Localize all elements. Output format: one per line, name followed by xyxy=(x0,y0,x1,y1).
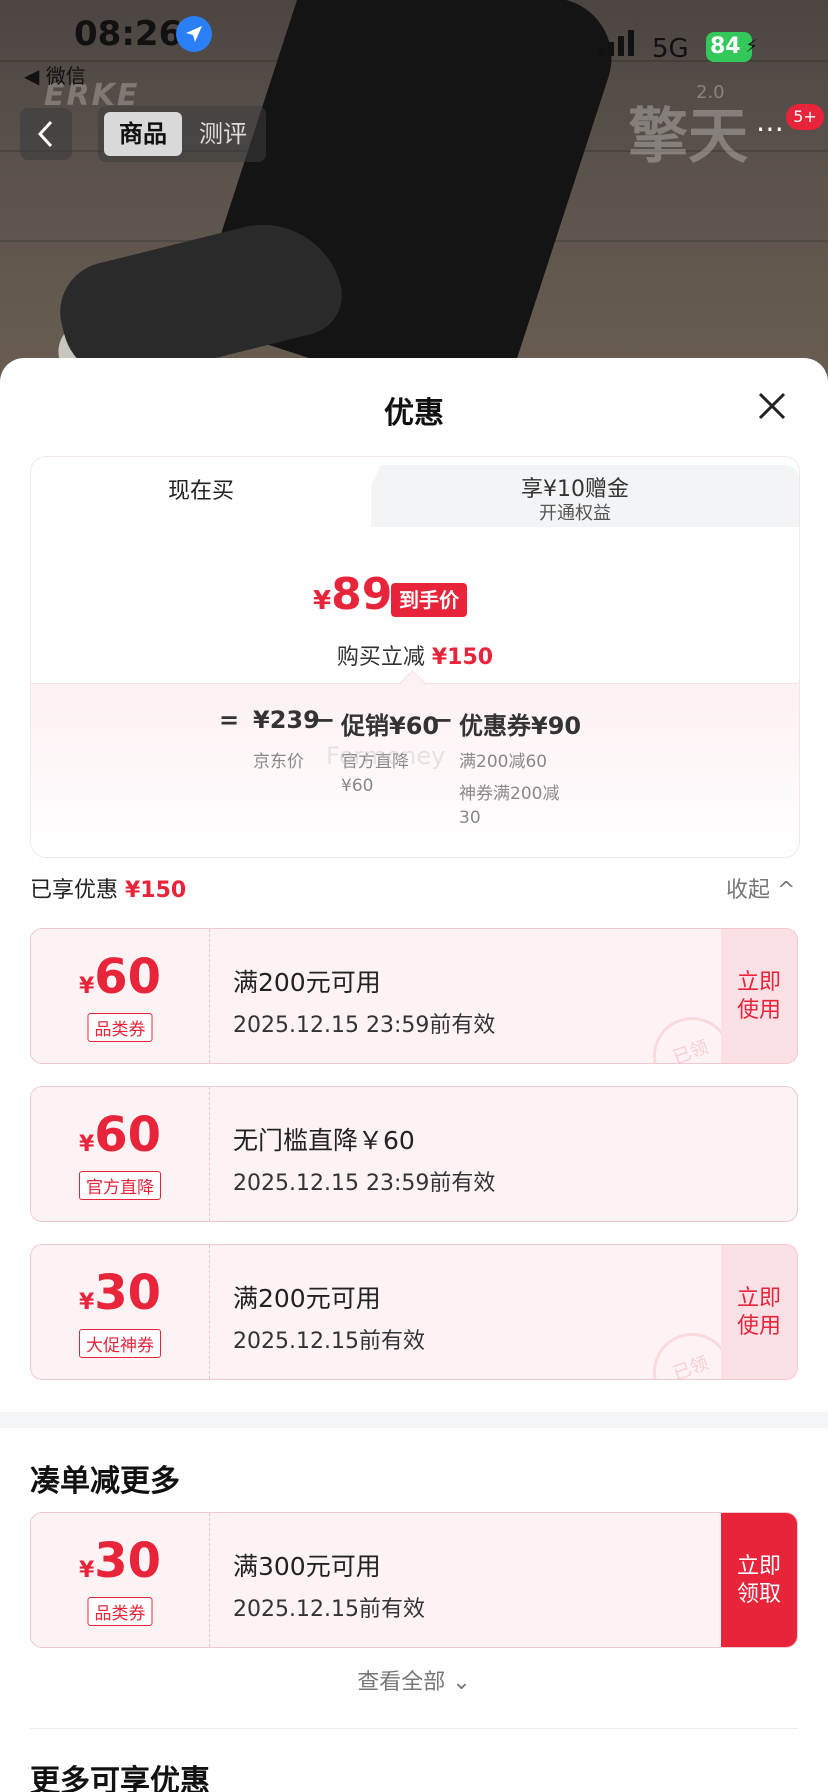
coupon-type-badge: 官方直降 xyxy=(79,1171,161,1200)
coupon-value-block: ¥30 品类券 xyxy=(31,1513,210,1647)
discount-sheet: 优惠 享¥10赠金 开通权益 现在买 ¥89 到手价 购买立减 ¥150 = ¥… xyxy=(0,358,828,1792)
sheet-title: 优惠 xyxy=(384,396,444,431)
promo-amount: 促销¥60 xyxy=(341,712,440,740)
battery-indicator: 84 ⚡ xyxy=(706,32,758,62)
coupon-expiry: 2025.12.15前有效 xyxy=(233,1329,425,1354)
collapse-button[interactable]: 收起 ^ xyxy=(726,872,795,904)
coupon-card: ¥30 大促神券 满200元可用 2025.12.15前有效 已领 立即 使用 xyxy=(30,1244,798,1380)
tab-review[interactable]: 测评 xyxy=(184,112,262,156)
coupon-amount-total: 优惠券¥90 xyxy=(459,712,582,740)
price-card: 享¥10赠金 开通权益 现在买 ¥89 到手价 购买立减 ¥150 = ¥239… xyxy=(30,456,800,858)
nav-tabs: 商品 测评 xyxy=(98,106,266,162)
coupon-value-block: ¥60 品类券 xyxy=(31,929,210,1063)
chevron-left-icon xyxy=(37,120,53,148)
equals-sign: = xyxy=(219,706,240,734)
tab-member-benefit[interactable]: 享¥10赠金 开通权益 xyxy=(351,465,799,527)
coupon-card: ¥60 品类券 满200元可用 2025.12.15 23:59前有效 已领 立… xyxy=(30,928,798,1064)
series-logo: 擎天 xyxy=(628,102,748,172)
coupon-expiry: 2025.12.15 23:59前有效 xyxy=(233,1013,496,1038)
currency-symbol: ¥ xyxy=(313,586,332,616)
currency-symbol: ¥ xyxy=(78,1290,95,1315)
save-amount: ¥150 xyxy=(431,645,494,670)
coupon-type-badge: 品类券 xyxy=(87,1013,153,1042)
close-icon[interactable] xyxy=(756,390,788,422)
battery-level: 84 xyxy=(710,34,741,59)
coupon-type-badge: 大促神券 xyxy=(79,1329,161,1358)
use-now-button[interactable]: 立即 使用 xyxy=(721,929,797,1063)
coupon-value: 60 xyxy=(94,1107,162,1163)
product-image-background: ERKE 擎天 2.0 xyxy=(0,0,828,420)
coupon-condition: 满200元可用 xyxy=(233,968,381,997)
coupon-amount: ¥30 xyxy=(31,1265,209,1321)
currency-symbol: ¥ xyxy=(78,1558,95,1583)
coupon-value: 30 xyxy=(94,1533,162,1589)
price-breakdown: = ¥239 京东价 − 促销¥60 官方直降 ¥60 − 优惠券¥90 满20… xyxy=(31,670,799,857)
benefit-tab-subtitle: 开通权益 xyxy=(539,503,611,524)
more-options-icon[interactable]: ⋯ xyxy=(756,112,784,145)
status-time: 08:26 xyxy=(74,14,183,54)
claim-now-button[interactable]: 立即 领取 xyxy=(721,1513,797,1647)
location-arrow-icon xyxy=(176,16,212,52)
coupon-condition: 满200元可用 xyxy=(233,1284,381,1313)
coupon-card: ¥30 品类券 满300元可用 2025.12.15前有效 立即 领取 xyxy=(30,1512,798,1648)
coupon-detail-2: 神券满200减 30 xyxy=(459,784,560,828)
save-text: 购买立减 xyxy=(336,645,432,670)
signal-icon xyxy=(598,30,638,56)
currency-symbol: ¥ xyxy=(78,974,95,999)
back-button[interactable] xyxy=(20,108,72,160)
coupon-value-block: ¥30 大促神券 xyxy=(31,1245,210,1379)
section-title-more-savings: 凑单减更多 xyxy=(30,1464,180,1499)
section-divider xyxy=(0,1412,828,1428)
coupon-expiry: 2025.12.15 23:59前有效 xyxy=(233,1171,496,1196)
coupon-value-block: ¥60 官方直降 xyxy=(31,1087,210,1221)
currency-symbol: ¥ xyxy=(78,1132,95,1157)
notification-badge: 5+ xyxy=(786,104,824,130)
coupon-detail-1: 满200减60 xyxy=(459,752,548,772)
coupon-expiry: 2025.12.15前有效 xyxy=(233,1597,425,1622)
breakdown-pointer xyxy=(399,670,426,697)
coupon-amount: ¥60 xyxy=(31,949,209,1005)
coupon-type-badge: 品类券 xyxy=(87,1597,153,1626)
coupon-card: ¥60 官方直降 无门槛直降￥60 2025.12.15 23:59前有效 xyxy=(30,1086,798,1222)
final-price-tag: 到手价 xyxy=(391,583,467,617)
divider-line xyxy=(30,1728,798,1729)
network-type: 5G xyxy=(652,34,689,64)
minus-sign: − xyxy=(315,706,336,734)
coupon-value: 30 xyxy=(94,1265,162,1321)
jd-price: ¥239 xyxy=(253,706,320,734)
coupon-amount: ¥60 xyxy=(31,1107,209,1163)
view-all-button[interactable]: 查看全部 ⌄ xyxy=(0,1664,828,1696)
coupon-amount: ¥30 xyxy=(31,1533,209,1589)
product-leg-shape xyxy=(192,0,628,420)
coupon-condition: 无门槛直降￥60 xyxy=(233,1126,415,1155)
coupon-condition: 满300元可用 xyxy=(233,1552,381,1581)
coupon-value: 60 xyxy=(94,949,162,1005)
series-version: 2.0 xyxy=(696,82,725,103)
enjoyed-amount: ¥150 xyxy=(125,878,187,903)
final-price-value: 89 xyxy=(331,569,393,620)
jd-price-label: 京东价 xyxy=(253,752,304,772)
minus-sign: − xyxy=(433,706,454,734)
use-now-button[interactable]: 立即 使用 xyxy=(721,1245,797,1379)
final-price: ¥89 xyxy=(313,569,392,620)
tab-goods[interactable]: 商品 xyxy=(104,112,182,156)
section-title-more-offers: 更多可享优惠 xyxy=(30,1764,210,1792)
charging-bolt-icon: ⚡ xyxy=(745,36,758,57)
watermark: Formoney xyxy=(326,742,446,770)
enjoyed-discount-label: 已享优惠 ¥150 xyxy=(30,872,186,904)
save-line: 购买立减 ¥150 xyxy=(31,639,799,671)
tab-buy-now[interactable]: 现在买 xyxy=(31,457,371,527)
enjoyed-text: 已享优惠 xyxy=(30,878,125,903)
back-to-wechat[interactable]: ◀ 微信 xyxy=(24,60,86,89)
